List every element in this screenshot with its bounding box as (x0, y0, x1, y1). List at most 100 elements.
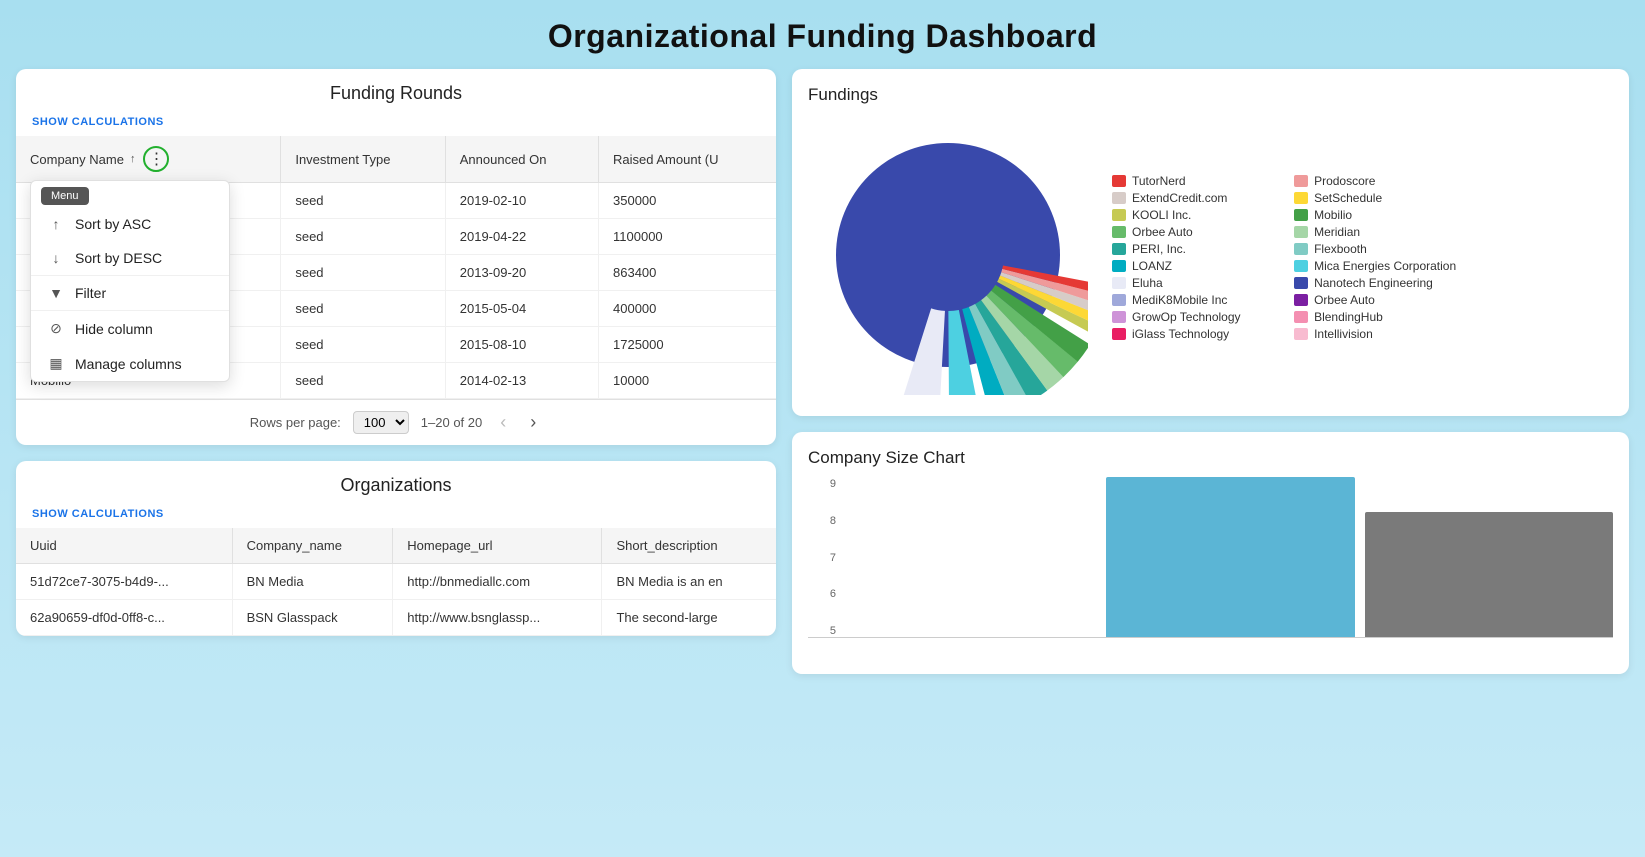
legend-item: PERI, Inc. (1112, 242, 1274, 256)
funding-rounds-panel: Funding Rounds SHOW CALCULATIONS Company… (16, 69, 776, 445)
page-title: Organizational Funding Dashboard (0, 0, 1645, 69)
investment-type-cell: seed (281, 183, 445, 219)
organizations-title: Organizations (16, 461, 776, 504)
description-cell: The second-large (602, 600, 776, 636)
funding-rounds-table-container: Company Name ↑ ⋮ Menu ↑ Sort by ASC (16, 136, 776, 445)
manage-columns-item[interactable]: ▦ Manage columns (31, 346, 229, 381)
announced-on-cell: 2015-05-04 (445, 291, 598, 327)
col-header-investment-type: Investment Type (281, 136, 445, 183)
table-footer: Rows per page: 100 50 25 1–20 of 20 ‹ › (16, 399, 776, 445)
raised-amount-cell: 10000 (599, 363, 776, 399)
announced-on-cell: 2019-04-22 (445, 219, 598, 255)
col-short-description: Short_description (602, 528, 776, 564)
raised-amount-cell: 350000 (599, 183, 776, 219)
legend-item: SetSchedule (1294, 191, 1456, 205)
sort-asc-icon: ↑ (47, 216, 65, 232)
pie-chart (808, 115, 1088, 400)
announced-on-cell: 2013-09-20 (445, 255, 598, 291)
legend-item: Flexbooth (1294, 242, 1456, 256)
legend-item: ExtendCredit.com (1112, 191, 1274, 205)
next-page-button[interactable]: › (524, 410, 542, 435)
legend-item: Mica Energies Corporation (1294, 259, 1456, 273)
description-cell: BN Media is an en (602, 564, 776, 600)
legend-item: Prodoscore (1294, 174, 1456, 188)
filter-item[interactable]: ▼ Filter (31, 276, 229, 310)
legend-item: MediK8Mobile Inc (1112, 293, 1274, 307)
raised-amount-cell: 400000 (599, 291, 776, 327)
column-dropdown-menu: Menu ↑ Sort by ASC ↓ Sort by DESC (30, 180, 230, 382)
investment-type-cell: seed (281, 363, 445, 399)
bar-chart: 9 8 7 6 5 (808, 478, 1613, 658)
uuid-cell: 51d72ce7-3075-b4d9-... (16, 564, 232, 600)
company-name-label: Company Name (30, 152, 124, 167)
y-label: 8 (808, 515, 836, 527)
legend-item: TutorNerd (1112, 174, 1274, 188)
prev-page-button[interactable]: ‹ (494, 410, 512, 435)
show-calculations-funding[interactable]: SHOW CALCULATIONS (16, 112, 776, 136)
investment-type-cell: seed (281, 255, 445, 291)
organizations-panel: Organizations SHOW CALCULATIONS Uuid Com… (16, 461, 776, 636)
legend-item: Mobilio (1294, 208, 1456, 222)
hide-column-item[interactable]: ⊘ Hide column (31, 311, 229, 346)
fundings-title: Fundings (808, 85, 1613, 105)
homepage-cell: http://bnmediallc.com (393, 564, 602, 600)
manage-label: Manage columns (75, 356, 182, 372)
legend-item: Orbee Auto (1112, 225, 1274, 239)
show-calculations-orgs[interactable]: SHOW CALCULATIONS (16, 504, 776, 528)
col-header-announced-on: Announced On (445, 136, 598, 183)
sort-asc-icon: ↑ (130, 153, 136, 165)
y-label: 6 (808, 588, 836, 600)
legend-item: Meridian (1294, 225, 1456, 239)
col-company-name: Company_name (232, 528, 393, 564)
legend-item: Nanotech Engineering (1294, 276, 1456, 290)
col-header-raised-amount: Raised Amount (U (599, 136, 776, 183)
col-uuid: Uuid (16, 528, 232, 564)
y-label: 5 (808, 625, 836, 637)
fundings-legend: TutorNerd Prodoscore ExtendCredit.com SetSc… (1112, 174, 1456, 341)
homepage-cell: http://www.bsnglassp... (393, 600, 602, 636)
company-size-panel: Company Size Chart 9 8 7 6 5 (792, 432, 1629, 674)
raised-amount-cell: 863400 (599, 255, 776, 291)
company-name-cell: BN Media (232, 564, 393, 600)
funding-rounds-title: Funding Rounds (16, 69, 776, 112)
legend-item: KOOLI Inc. (1112, 208, 1274, 222)
pagination-info: 1–20 of 20 (421, 415, 482, 430)
column-menu-button[interactable]: ⋮ (143, 146, 169, 172)
sort-desc-label: Sort by DESC (75, 250, 162, 266)
bar-3 (1365, 512, 1613, 637)
company-size-title: Company Size Chart (808, 448, 1613, 468)
table-row: 62a90659-df0d-0ff8-c... BSN Glasspack ht… (16, 600, 776, 636)
manage-icon: ▦ (47, 355, 65, 372)
rows-per-page-label: Rows per page: (250, 415, 341, 430)
hide-icon: ⊘ (47, 320, 65, 337)
legend-item: BlendingHub (1294, 310, 1456, 324)
raised-amount-cell: 1100000 (599, 219, 776, 255)
table-row: 51d72ce7-3075-b4d9-... BN Media http://b… (16, 564, 776, 600)
investment-type-cell: seed (281, 327, 445, 363)
sort-asc-label: Sort by ASC (75, 216, 151, 232)
organizations-table: Uuid Company_name Homepage_url Short_des… (16, 528, 776, 636)
funding-rounds-table: Company Name ↑ ⋮ Menu ↑ Sort by ASC (16, 136, 776, 399)
legend-item: GrowOp Technology (1112, 310, 1274, 324)
announced-on-cell: 2019-02-10 (445, 183, 598, 219)
legend-item: LOANZ (1112, 259, 1274, 273)
investment-type-cell: seed (281, 219, 445, 255)
legend-item: iGlass Technology (1112, 327, 1274, 341)
filter-icon: ▼ (47, 285, 65, 301)
legend-item: Orbee Auto (1294, 293, 1456, 307)
raised-amount-cell: 1725000 (599, 327, 776, 363)
rows-per-page-select[interactable]: 100 50 25 (353, 411, 409, 434)
announced-on-cell: 2015-08-10 (445, 327, 598, 363)
announced-on-cell: 2014-02-13 (445, 363, 598, 399)
company-name-cell: BSN Glasspack (232, 600, 393, 636)
y-label: 9 (808, 478, 836, 490)
sort-asc-item[interactable]: ↑ Sort by ASC (31, 207, 229, 241)
fundings-content: TutorNerd Prodoscore ExtendCredit.com SetSc… (808, 115, 1613, 400)
y-label: 7 (808, 552, 836, 564)
legend-item: Eluha (1112, 276, 1274, 290)
sort-desc-icon: ↓ (47, 250, 65, 266)
right-column: Fundings (792, 69, 1629, 674)
filter-label: Filter (75, 285, 106, 301)
bar-2 (1106, 477, 1354, 637)
sort-desc-item[interactable]: ↓ Sort by DESC (31, 241, 229, 275)
